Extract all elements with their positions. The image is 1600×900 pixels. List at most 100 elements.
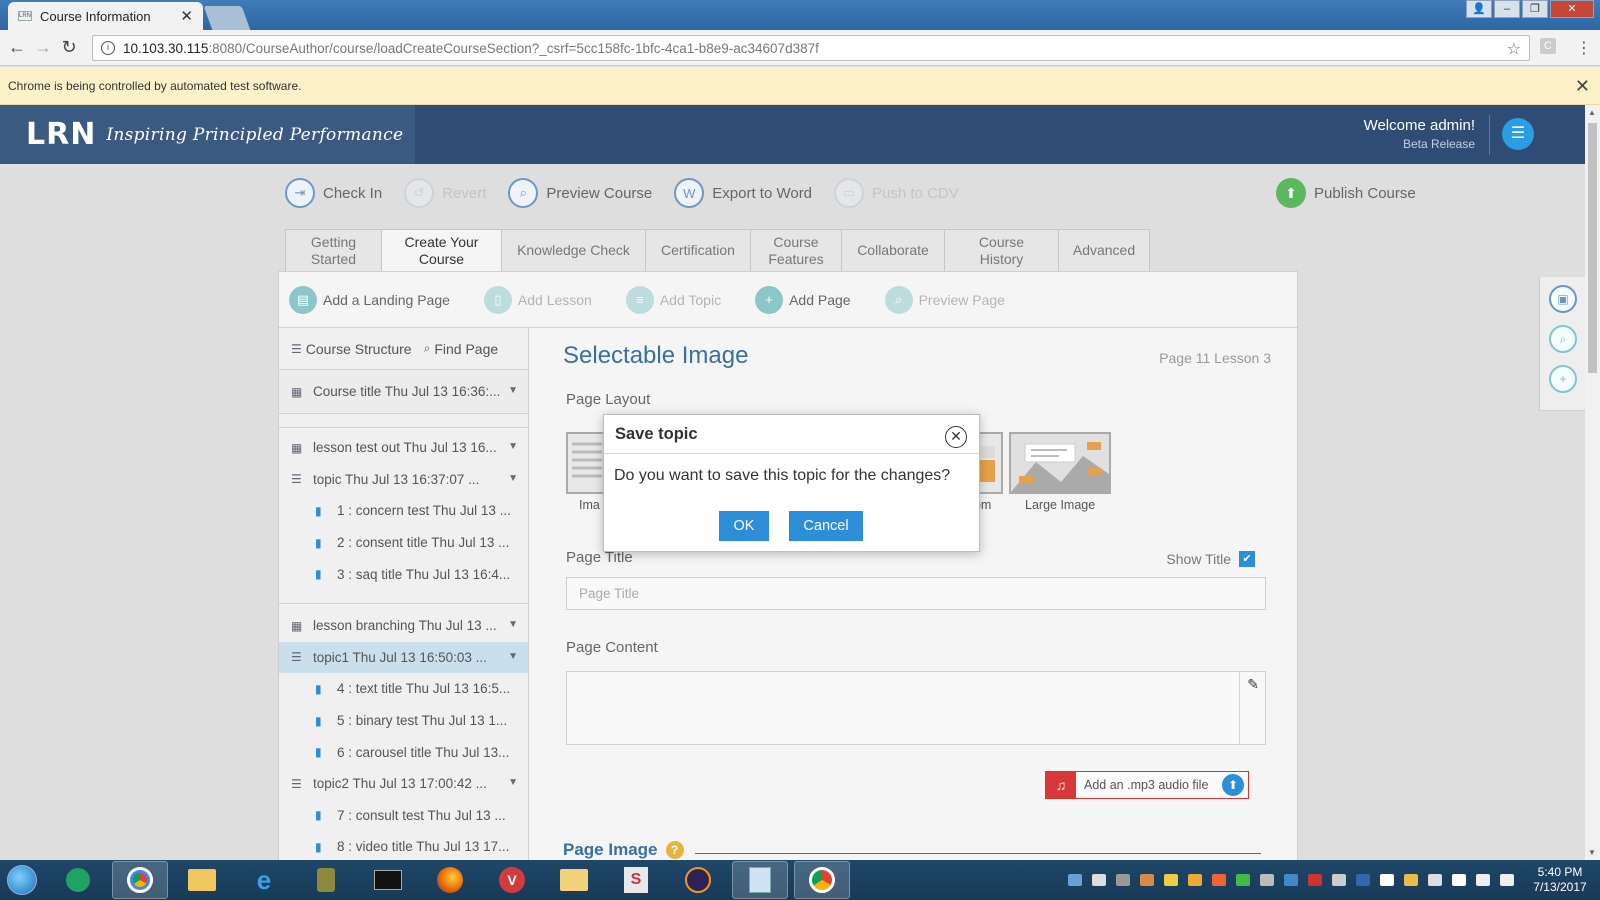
tray-icon[interactable] bbox=[1212, 874, 1226, 886]
tab-advanced[interactable]: Advanced bbox=[1058, 229, 1150, 272]
show-title-checkbox[interactable]: ✔ bbox=[1239, 551, 1255, 567]
course-structure-button[interactable]: ☰ Course Structure bbox=[291, 341, 412, 357]
tab-certification[interactable]: Certification bbox=[645, 229, 750, 272]
tree-page[interactable]: ▮ 2 : consent title Thu Jul 13 ... bbox=[279, 527, 528, 559]
add-landing-page-button[interactable]: ▤ Add a Landing Page bbox=[289, 285, 450, 314]
extension-icon[interactable]: C bbox=[1540, 38, 1556, 54]
tab-getting-started[interactable]: Getting Started bbox=[285, 229, 381, 272]
start-button[interactable] bbox=[0, 860, 44, 900]
layout-option-large-image[interactable] bbox=[1009, 432, 1111, 494]
find-page-button[interactable]: ⌕ Find Page bbox=[424, 341, 499, 357]
forward-arrow-icon[interactable]: → bbox=[30, 37, 56, 58]
tray-icon[interactable] bbox=[1236, 874, 1250, 886]
cancel-button[interactable]: Cancel bbox=[789, 511, 863, 541]
tray-icon[interactable] bbox=[1356, 874, 1370, 886]
add-document-icon[interactable]: + bbox=[1549, 365, 1577, 393]
export-to-word-button[interactable]: W Export to Word bbox=[674, 178, 812, 208]
tab-collaborate[interactable]: Collaborate bbox=[841, 229, 944, 272]
taskbar-outlook-folder[interactable] bbox=[546, 861, 602, 899]
page-content-editor[interactable]: ✎ bbox=[566, 671, 1266, 745]
taskbar-explorer[interactable] bbox=[174, 861, 230, 899]
tray-icon[interactable] bbox=[1116, 874, 1130, 886]
taskbar-vivaldi[interactable]: V bbox=[484, 861, 540, 899]
chevron-down-icon[interactable]: ▼ bbox=[508, 441, 518, 452]
scrollbar-thumb[interactable] bbox=[1588, 123, 1597, 373]
tray-icon[interactable] bbox=[1164, 874, 1178, 886]
tray-icon[interactable] bbox=[1068, 874, 1082, 886]
tray-icon[interactable] bbox=[1452, 874, 1466, 886]
publish-course-button[interactable]: ⬆ Publish Course bbox=[1276, 178, 1416, 208]
url-field[interactable]: i 10.103.30.115:8080/CourseAuthor/course… bbox=[92, 35, 1530, 61]
chrome-menu-icon[interactable]: ⋮ bbox=[1576, 38, 1592, 58]
add-topic-button[interactable]: ≡ Add Topic bbox=[625, 285, 721, 314]
push-to-cdv-button[interactable]: ▭ Push to CDV bbox=[834, 178, 959, 208]
reload-icon[interactable]: ↻ bbox=[56, 37, 82, 58]
tree-topic[interactable]: ☰ topic2 Thu Jul 13 17:00:42 ... ▼ bbox=[279, 768, 528, 800]
taskbar-chrome-2[interactable] bbox=[794, 861, 850, 899]
tray-icon[interactable] bbox=[1140, 874, 1154, 886]
tree-page[interactable]: ▮ 6 : carousel title Thu Jul 13... bbox=[279, 736, 528, 768]
add-page-button[interactable]: + Add Page bbox=[755, 285, 851, 314]
chevron-down-icon[interactable]: ▼ bbox=[508, 385, 518, 396]
infobar-close-icon[interactable]: ✕ bbox=[1575, 67, 1590, 105]
tree-course[interactable]: ▦ Course title Thu Jul 13 16:36:... ▼ bbox=[279, 370, 528, 414]
scroll-up-icon[interactable]: ▲ bbox=[1588, 108, 1596, 117]
lrn-logo[interactable]: LRN Inspiring Principled Performance bbox=[0, 105, 415, 164]
tray-icon[interactable] bbox=[1284, 874, 1298, 886]
check-in-button[interactable]: ⇥ Check In bbox=[285, 178, 382, 208]
revert-button[interactable]: ↺ Revert bbox=[404, 178, 486, 208]
chevron-down-icon[interactable]: ▼ bbox=[508, 473, 518, 484]
bookmark-star-icon[interactable]: ☆ bbox=[1507, 39, 1521, 59]
taskbar-console[interactable] bbox=[360, 861, 416, 899]
tray-icon[interactable] bbox=[1428, 874, 1442, 886]
chevron-down-icon[interactable]: ▼ bbox=[508, 651, 518, 662]
minimize-button[interactable]: – bbox=[1494, 0, 1520, 18]
tray-icon[interactable] bbox=[1092, 874, 1106, 886]
restore-button[interactable]: ❐ bbox=[1522, 0, 1548, 18]
taskbar-keepass[interactable] bbox=[298, 861, 354, 899]
tree-lesson[interactable]: ▦ lesson test out Thu Jul 13 16... ▼ bbox=[279, 432, 528, 464]
tab-knowledge-check[interactable]: Knowledge Check bbox=[501, 229, 645, 272]
page-scrollbar[interactable]: ▲ ▼ bbox=[1585, 105, 1600, 860]
taskbar-ie[interactable]: e bbox=[236, 861, 292, 899]
browser-tab[interactable]: LRN Course Information ✕ bbox=[8, 2, 203, 30]
user-icon[interactable]: 👤 bbox=[1466, 0, 1492, 18]
taskbar-s-app[interactable]: S bbox=[608, 861, 664, 899]
help-icon[interactable]: ? bbox=[665, 841, 684, 859]
save-icon[interactable]: ▣ bbox=[1549, 285, 1577, 313]
add-audio-button[interactable]: ♫ Add an .mp3 audio file ⬆ bbox=[1045, 771, 1249, 799]
page-title-input[interactable]: Page Title bbox=[566, 577, 1266, 610]
network-icon[interactable] bbox=[1476, 874, 1490, 886]
upload-icon[interactable]: ⬆ bbox=[1222, 774, 1244, 796]
tree-page[interactable]: ▮ 7 : consult test Thu Jul 13 ... bbox=[279, 800, 528, 832]
info-icon[interactable]: i bbox=[101, 41, 115, 55]
hamburger-menu-icon[interactable]: ☰ bbox=[1502, 118, 1534, 150]
tab-close-icon[interactable]: ✕ bbox=[180, 7, 193, 25]
add-lesson-button[interactable]: ▯ Add Lesson bbox=[483, 285, 592, 314]
ok-button[interactable]: OK bbox=[719, 511, 769, 541]
pencil-edit-icon[interactable]: ✎ bbox=[1247, 676, 1259, 693]
tree-page[interactable]: ▮ 1 : concern test Thu Jul 13 ... bbox=[279, 495, 528, 527]
tab-course-history[interactable]: Course History bbox=[944, 229, 1058, 272]
tree-page[interactable]: ▮ 8 : video title Thu Jul 13 17... bbox=[279, 831, 528, 860]
tree-topic[interactable]: ☰ topic Thu Jul 13 16:37:07 ... ▼ bbox=[279, 464, 528, 496]
chevron-down-icon[interactable]: ▼ bbox=[508, 777, 518, 788]
tab-course-features[interactable]: Course Features bbox=[750, 229, 841, 272]
tray-icon[interactable] bbox=[1404, 874, 1418, 886]
clock[interactable]: 5:40 PM 7/13/2017 bbox=[1528, 865, 1592, 895]
show-title-toggle[interactable]: Show Title ✔ bbox=[1166, 551, 1255, 567]
window-close-button[interactable]: ✕ bbox=[1550, 0, 1594, 18]
new-tab-button[interactable] bbox=[203, 6, 251, 30]
preview-icon[interactable]: ⌕ bbox=[1549, 325, 1577, 353]
taskbar-eclipse[interactable] bbox=[670, 861, 726, 899]
volume-icon[interactable] bbox=[1500, 874, 1514, 886]
tray-icon[interactable] bbox=[1308, 874, 1322, 886]
preview-page-button[interactable]: ⌕ Preview Page bbox=[884, 285, 1005, 314]
chevron-down-icon[interactable]: ▼ bbox=[508, 619, 518, 630]
tree-lesson[interactable]: ▦ lesson branching Thu Jul 13 ... ▼ bbox=[279, 610, 528, 642]
tray-icon[interactable] bbox=[1188, 874, 1202, 886]
taskbar-firefox[interactable] bbox=[422, 861, 478, 899]
tab-create-your-course[interactable]: Create Your Course bbox=[381, 229, 501, 272]
tree-page[interactable]: ▮ 5 : binary test Thu Jul 13 1... bbox=[279, 705, 528, 737]
tray-icon[interactable] bbox=[1260, 874, 1274, 886]
